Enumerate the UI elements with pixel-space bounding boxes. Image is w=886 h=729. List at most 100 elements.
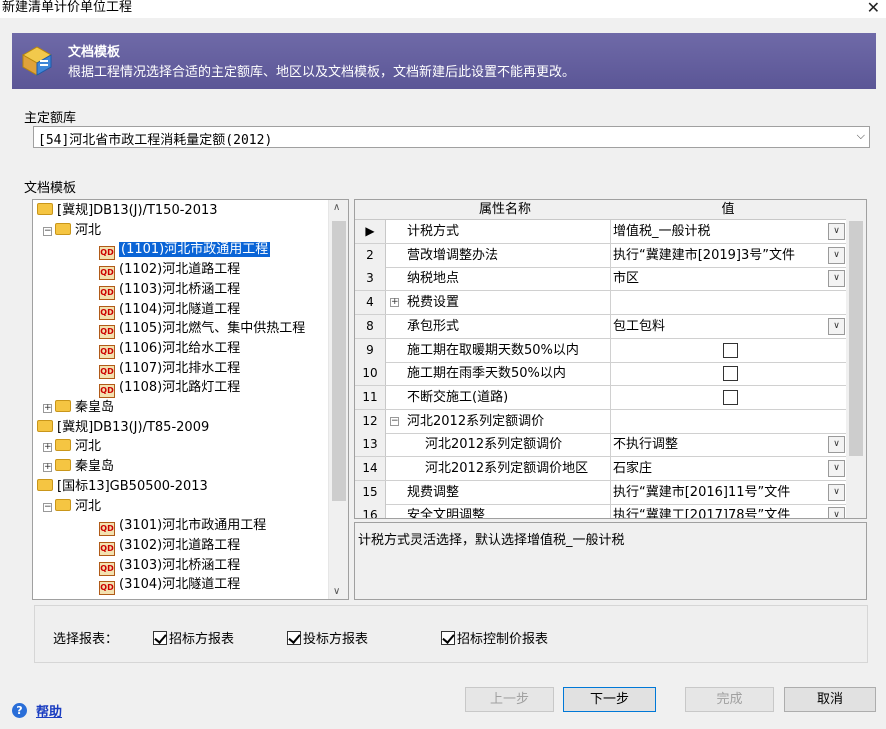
tree-template-item[interactable]: QD (1107)河北排水工程 — [99, 359, 240, 379]
checkbox-checked[interactable] — [441, 631, 455, 645]
chevron-down-icon[interactable]: ∨ — [828, 223, 845, 240]
grid-row[interactable]: ▶ 计税方式 增值税_一般计税 ∨ — [355, 220, 847, 244]
grid-row[interactable]: 4 + 税费设置 — [355, 291, 847, 316]
expand-icon[interactable]: + — [390, 298, 399, 308]
property-value[interactable] — [610, 385, 847, 409]
chevron-down-icon[interactable]: ⌵ — [857, 129, 865, 143]
help-link[interactable]: 帮助 — [36, 701, 62, 720]
grid-row[interactable]: 12− 河北2012系列定额调价 — [355, 409, 847, 434]
chevron-down-icon[interactable]: ∨ — [828, 460, 845, 477]
row-number: 15 — [355, 480, 386, 504]
folder-icon — [37, 419, 53, 432]
expand-icon[interactable]: + — [43, 443, 52, 453]
expand-icon[interactable]: + — [43, 404, 52, 413]
checkbox-unchecked[interactable] — [723, 389, 738, 405]
collapse-icon[interactable]: − — [43, 226, 52, 236]
qd-template-icon: QD — [99, 364, 115, 379]
tree-scrollbar[interactable]: ∧ ∨ — [328, 200, 348, 599]
close-icon[interactable]: ✕ — [867, 0, 880, 16]
property-value[interactable] — [610, 362, 847, 386]
template-tree[interactable]: [冀规]DB13(J)/T150-2013 − 河北 QD (1101)河北市政通用工程… — [32, 199, 349, 600]
tree-item-label: (3104)河北隧道工程 — [119, 577, 241, 593]
tree-item-label: 河北 — [75, 222, 102, 238]
qd-template-icon: QD — [99, 541, 115, 556]
prev-button[interactable]: 上一步 — [465, 687, 554, 712]
qd-template-icon: QD — [99, 384, 115, 399]
grid-row[interactable]: 14 河北2012系列定额调价地区 石家庄 ∨ — [355, 457, 847, 481]
grid-scrollbar[interactable] — [846, 200, 866, 518]
grid-row[interactable]: 15 规费调整 执行“冀建市[2016]11号”文件 ∨ — [355, 480, 847, 505]
tree-folder-item[interactable]: [冀规]DB13(J)/T85-2009 — [37, 418, 209, 438]
tree-template-item[interactable]: QD (1108)河北路灯工程 — [99, 378, 240, 399]
folder-icon — [55, 498, 71, 511]
qd-template-icon: QD — [99, 285, 115, 300]
report-option-bid[interactable]: 招标方报表 — [153, 628, 234, 647]
cancel-button[interactable]: 取消 — [784, 687, 876, 712]
collapse-icon[interactable]: − — [390, 416, 399, 426]
tree-template-item[interactable]: QD (3103)河北桥涵工程 — [99, 556, 240, 576]
tree-item-label: 河北 — [75, 439, 102, 455]
tree-template-item[interactable]: QD (3102)河北道路工程 — [99, 536, 240, 556]
chevron-down-icon[interactable]: ∨ — [828, 270, 845, 288]
property-value[interactable]: 市区 ∨ — [610, 267, 847, 291]
checkbox-checked[interactable] — [287, 631, 301, 645]
tree-template-item[interactable]: QD (1105)河北燃气、集中供热工程 — [99, 319, 305, 340]
tree-folder-item[interactable]: + 河北 — [43, 437, 101, 457]
grid-row[interactable]: 11 不断交施工(道路) — [355, 385, 847, 410]
collapse-icon[interactable]: − — [43, 502, 52, 512]
tree-template-item[interactable]: QD (1104)河北隧道工程 — [99, 300, 240, 320]
tree-folder-item[interactable]: − 河北 — [43, 221, 101, 241]
grid-scroll-thumb[interactable] — [849, 221, 863, 456]
tree-folder-item[interactable]: − 河北 — [43, 497, 101, 517]
tree-template-item[interactable]: QD (1101)河北市政通用工程 — [99, 240, 271, 261]
chevron-down-icon[interactable]: ∨ — [828, 436, 845, 454]
tree-folder-item[interactable]: + 秦皇岛 — [43, 457, 114, 477]
property-grid[interactable]: 属性名称 值 ▶ 计税方式 增值税_一般计税 ∨ 2 营改增调整办法 执行“冀建建市[201… — [354, 199, 867, 519]
grid-row[interactable]: 13 河北2012系列定额调价 不执行调整 ∨ — [355, 433, 847, 458]
grid-row[interactable]: 8 承包形式 包工包料 ∨ — [355, 314, 847, 339]
next-button[interactable]: 下一步 — [563, 687, 656, 712]
tree-template-item[interactable]: QD (3101)河北市政通用工程 — [99, 516, 266, 537]
property-value[interactable]: 石家庄 ∨ — [610, 457, 847, 480]
grid-row[interactable]: 3 纳税地点 市区 ∨ — [355, 267, 847, 292]
tree-folder-item[interactable]: + 秦皇岛 — [43, 398, 114, 418]
chevron-down-icon[interactable]: ∨ — [828, 317, 845, 335]
property-value[interactable]: 执行“冀建市[2016]11号”文件 ∨ — [610, 480, 847, 504]
property-value[interactable] — [610, 338, 847, 362]
checkbox-checked[interactable] — [153, 631, 167, 645]
col-header-value: 值 — [721, 202, 735, 217]
row-expander[interactable]: + — [386, 291, 403, 314]
tree-template-item[interactable]: QD (3104)河北隧道工程 — [99, 575, 241, 596]
tree-template-item[interactable]: QD (1106)河北给水工程 — [99, 339, 240, 359]
property-value[interactable]: 执行“冀建建市[2019]3号”文件 ∨ — [610, 243, 847, 267]
tree-template-item[interactable]: QD (1103)河北桥涵工程 — [99, 280, 240, 300]
tree-folder-item[interactable]: [冀规]DB13(J)/T150-2013 — [37, 201, 218, 221]
property-value[interactable]: 不执行调整 ∨ — [610, 433, 847, 457]
tree-item-label: (1104)河北隧道工程 — [119, 301, 241, 317]
tree-scroll-thumb[interactable] — [332, 221, 346, 501]
chevron-down-icon[interactable]: ∨ — [828, 246, 845, 264]
grid-row[interactable]: 2 营改增调整办法 执行“冀建建市[2019]3号”文件 ∨ — [355, 243, 847, 268]
finish-button[interactable]: 完成 — [685, 687, 774, 712]
chevron-down-icon[interactable]: ∨ — [828, 507, 845, 518]
grid-row[interactable]: 9 施工期在取暖期天数50%以内 — [355, 338, 847, 363]
report-option-tender[interactable]: 投标方报表 — [287, 628, 368, 647]
help-icon[interactable]: ? — [12, 703, 27, 718]
main-quota-select[interactable]: [54]河北省市政工程消耗量定额(2012) ⌵ — [33, 126, 870, 148]
tree-folder-item[interactable]: [国标13]GB50500-2013 — [37, 477, 208, 497]
tree-template-item[interactable]: QD (1102)河北道路工程 — [99, 260, 240, 281]
property-value[interactable]: 执行“冀建工[2017]78号”文件 ∨ — [610, 504, 847, 518]
grid-row[interactable]: 10 施工期在雨季天数50%以内 — [355, 362, 847, 387]
property-value[interactable]: 包工包料 ∨ — [610, 314, 847, 338]
checkbox-unchecked[interactable] — [723, 342, 738, 358]
grid-row[interactable]: 16 安全文明调整 执行“冀建工[2017]78号”文件 ∨ — [355, 504, 847, 518]
row-number: 14 — [355, 457, 386, 480]
scroll-up-icon[interactable]: ∧ — [333, 202, 340, 213]
report-option-control-price[interactable]: 招标控制价报表 — [441, 628, 548, 647]
checkbox-unchecked[interactable] — [723, 366, 738, 382]
chevron-down-icon[interactable]: ∨ — [828, 483, 845, 501]
scroll-down-icon[interactable]: ∨ — [333, 586, 340, 597]
row-expander[interactable]: − — [386, 410, 403, 433]
property-value[interactable]: 增值税_一般计税 ∨ — [610, 220, 847, 243]
expand-icon[interactable]: + — [43, 463, 52, 473]
